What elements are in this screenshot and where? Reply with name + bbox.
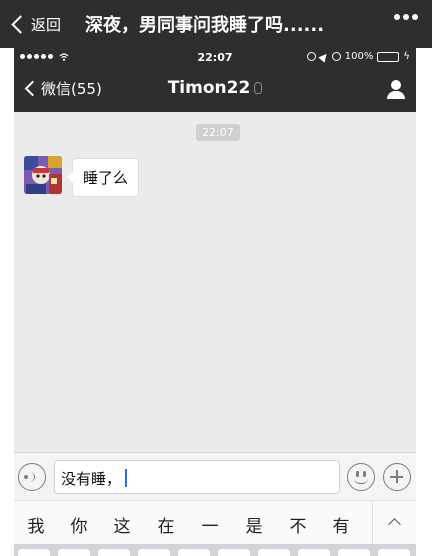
candidate-word[interactable]: 是 — [240, 512, 268, 537]
candidate-word[interactable]: 这 — [108, 512, 136, 537]
more-icon[interactable] — [394, 14, 418, 20]
avatar[interactable] — [24, 156, 62, 194]
battery-icon — [377, 51, 400, 62]
keyboard-key[interactable] — [98, 549, 130, 556]
chat-nav-bar: 微信(55) Timon22 — [14, 68, 416, 112]
profile-icon[interactable] — [386, 80, 406, 100]
message-input[interactable]: 没有睡， — [54, 460, 340, 494]
ear-icon — [254, 82, 263, 94]
contact-name: Timon22 — [167, 78, 251, 98]
candidate-word[interactable]: 在 — [152, 512, 180, 537]
keyboard-key[interactable] — [18, 549, 50, 556]
candidate-word[interactable]: 我 — [22, 512, 50, 537]
keyboard-top-row — [14, 544, 416, 556]
chat-title: Timon22 — [14, 78, 416, 98]
keyboard-key[interactable] — [138, 549, 170, 556]
battery-percent: 100% — [344, 51, 374, 62]
text-caret — [125, 469, 128, 487]
keyboard-key[interactable] — [178, 549, 210, 556]
status-bar: 22:07 100% ϟ — [14, 48, 416, 68]
candidate-word[interactable]: 你 — [65, 512, 93, 537]
ime-candidate-bar: 我 你 这 在 一 是 不 有 — [14, 500, 416, 545]
message-bubble[interactable]: 睡了么 — [66, 158, 140, 197]
chat-input-bar: 没有睡， — [14, 452, 416, 500]
emoji-icon[interactable] — [347, 463, 375, 491]
lock-rotation-icon — [306, 52, 316, 61]
voice-icon[interactable] — [18, 463, 46, 491]
chevron-left-icon — [11, 14, 30, 34]
chevron-up-icon — [388, 518, 401, 531]
article-header: 返回 深夜，男同事问我睡了吗...... — [0, 0, 432, 48]
candidate-word[interactable]: 不 — [284, 512, 312, 537]
keyboard-key[interactable] — [58, 549, 90, 556]
charging-icon: ϟ — [403, 51, 410, 62]
keyboard-key[interactable] — [298, 549, 330, 556]
chat-screenshot: 22:07 100% ϟ 微信(55) Timon22 22:07 睡了么 没有… — [14, 48, 416, 556]
message-timestamp: 22:07 — [196, 124, 240, 141]
keyboard-key[interactable] — [258, 549, 290, 556]
keyboard-key[interactable] — [218, 549, 250, 556]
keyboard-key[interactable] — [378, 549, 410, 556]
expand-candidates-button[interactable] — [372, 501, 416, 545]
article-back-button[interactable]: 返回 — [0, 0, 61, 48]
candidate-word[interactable]: 有 — [327, 512, 355, 537]
keyboard-key[interactable] — [338, 549, 370, 556]
candidate-word[interactable]: 一 — [196, 512, 224, 537]
alarm-icon — [331, 52, 341, 61]
message-list[interactable]: 22:07 睡了么 — [14, 112, 416, 444]
article-title: 深夜，男同事问我睡了吗...... — [85, 15, 325, 36]
message-input-text: 没有睡， — [61, 470, 122, 488]
location-icon — [318, 50, 330, 63]
plus-icon[interactable] — [383, 463, 411, 491]
article-back-label: 返回 — [31, 15, 62, 34]
